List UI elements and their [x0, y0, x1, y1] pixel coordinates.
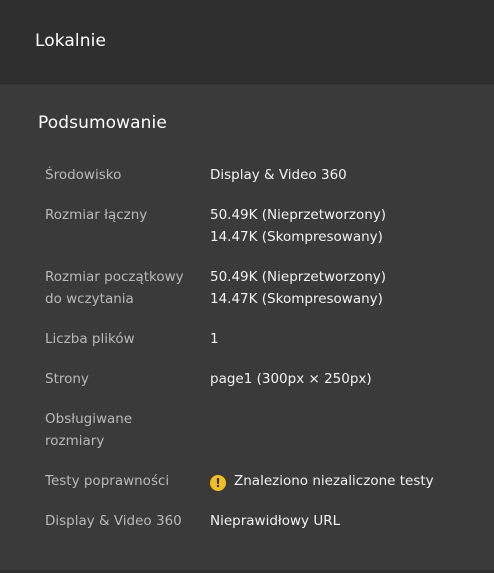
- row-value: Nieprawidłowy URL: [210, 510, 494, 532]
- row-label: Testy poprawności: [45, 473, 170, 489]
- value-line: 50.49K (Nieprzetworzony): [210, 269, 387, 285]
- summary-table: Środowisko Display & Video 360 Rozmiar ł…: [0, 164, 494, 532]
- row-dv360: Display & Video 360 Nieprawidłowy URL: [0, 510, 494, 532]
- section-title: Podsumowanie: [38, 113, 167, 133]
- value-line: 1: [210, 331, 219, 347]
- row-validation-tests: Testy poprawności ! Znaleziono niezaliczo…: [0, 470, 494, 492]
- value-line: Nieprawidłowy URL: [210, 513, 341, 529]
- row-initial-load-size: Rozmiar początkowy do wczytania 50.49K (…: [0, 266, 494, 310]
- header: Lokalnie: [0, 0, 494, 84]
- value-line: 50.49K (Nieprzetworzony): [210, 207, 387, 223]
- row-value: ! Znaleziono niezaliczone testy: [210, 470, 494, 492]
- row-value: page1 (300px × 250px): [210, 368, 494, 390]
- row-label: Rozmiar początkowy do wczytania: [45, 269, 184, 307]
- row-label: Display & Video 360: [45, 513, 182, 529]
- row-value: 1: [210, 328, 494, 350]
- row-value: [210, 408, 494, 452]
- value-line: 14.47K (Skompresowany): [210, 291, 383, 307]
- row-pages: Strony page1 (300px × 250px): [0, 368, 494, 390]
- row-total-size: Rozmiar łączny 50.49K (Nieprzetworzony) …: [0, 204, 494, 248]
- warning-text: Znaleziono niezaliczone testy: [234, 473, 434, 489]
- summary-panel: Podsumowanie Środowisko Display & Video …: [0, 84, 494, 573]
- row-value: Display & Video 360: [210, 164, 494, 186]
- row-label: Strony: [45, 371, 89, 387]
- value-line: Display & Video 360: [210, 167, 347, 183]
- row-supported-sizes: Obsługiwane rozmiary: [0, 408, 494, 452]
- row-label: Liczba plików: [45, 331, 135, 347]
- page-title: Lokalnie: [35, 30, 107, 51]
- row-value: 50.49K (Nieprzetworzony) 14.47K (Skompre…: [210, 204, 494, 248]
- row-value: 50.49K (Nieprzetworzony) 14.47K (Skompre…: [210, 266, 494, 310]
- value-line: page1 (300px × 250px): [210, 371, 372, 387]
- warning-icon: !: [210, 475, 226, 491]
- value-line: 14.47K (Skompresowany): [210, 229, 383, 245]
- row-label: Rozmiar łączny: [45, 207, 148, 223]
- row-label: Obsługiwane rozmiary: [45, 411, 133, 449]
- row-environment: Środowisko Display & Video 360: [0, 164, 494, 186]
- row-file-count: Liczba plików 1: [0, 328, 494, 350]
- row-label: Środowisko: [45, 167, 122, 183]
